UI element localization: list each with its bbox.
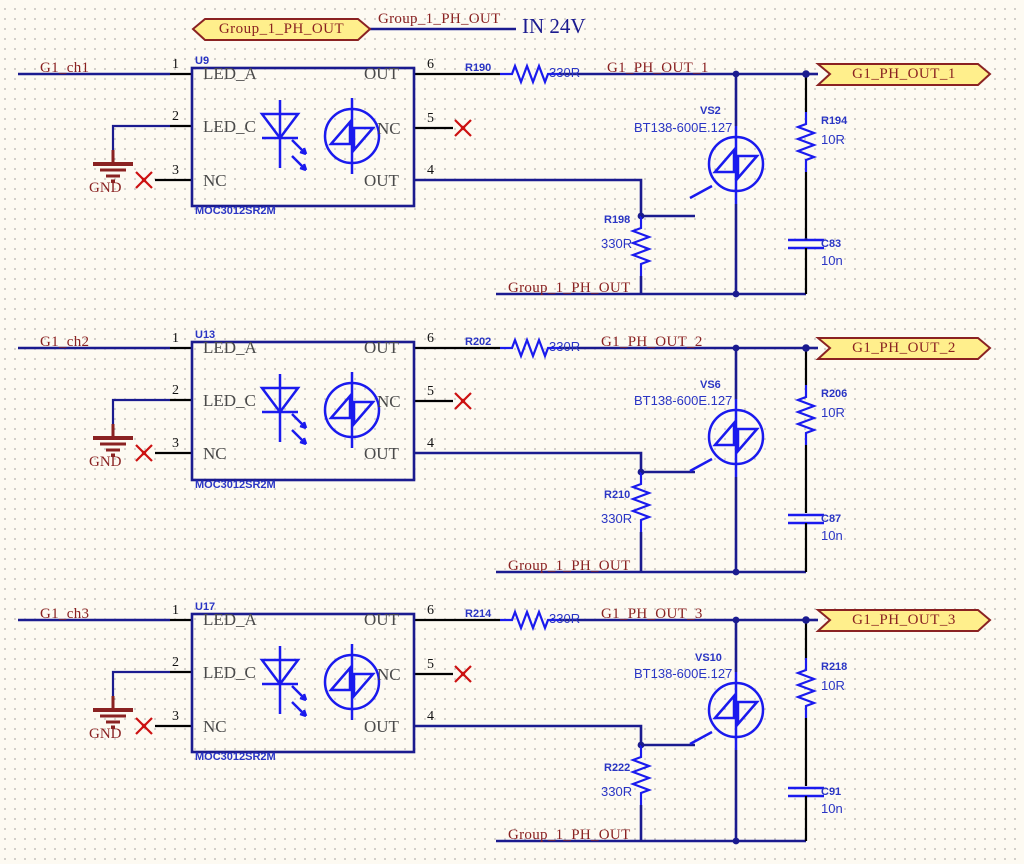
block2-triac-part: BT138-600E.127 — [634, 393, 733, 408]
block3-gate-resistor-value: 330R — [601, 784, 633, 799]
block2-gate-resistor-refdes: R210 — [604, 489, 631, 501]
block3-pin-6-name: OUT — [364, 610, 399, 629]
block2-bottom-net-label: Group_1_PH_OUT — [508, 558, 631, 574]
block2-pin-3-name: NC — [203, 444, 227, 463]
block1-input-net-label: G1_ch1 — [40, 60, 90, 76]
block1-pin-2-name: LED_C — [203, 117, 256, 136]
opto-symbol-u9 — [260, 96, 381, 176]
block3-out-net-label: G1_PH_OUT_3 — [601, 606, 703, 622]
block2-snubber-resistor-value: 10R — [821, 405, 845, 420]
block3-bottom-net-label: Group_1_PH_OUT — [508, 827, 631, 843]
block1-port-label[interactable]: G1_PH_OUT_1 — [818, 64, 990, 85]
wire-layer — [18, 18, 992, 845]
block2-wires — [18, 338, 826, 576]
block2-gate-resistor-value: 330R — [601, 511, 633, 526]
block1-series-resistor-value: 330R — [549, 65, 581, 80]
schematic-sheet: Group_1_PH_OUT Group_1_PH_OUT IN 24V G1_… — [0, 0, 1024, 864]
block1-pin-4-name: OUT — [364, 171, 399, 190]
block3-snubber-cap-value: 10n — [821, 801, 843, 816]
block3-wires — [18, 610, 826, 845]
block2-series-resistor-refdes: R202 — [465, 336, 492, 348]
block3-pin-5-num: 5 — [427, 657, 434, 672]
block1-triac-refdes: VS2 — [700, 105, 721, 117]
block1-pin-2-num: 2 — [172, 109, 179, 124]
block1-pin-6-num: 6 — [427, 57, 434, 72]
in-24v-label: IN 24V — [522, 14, 586, 38]
block1-pin-5-name: NC — [377, 119, 401, 138]
block1-pin-5-num: 5 — [427, 111, 434, 126]
block2-out-net-label: G1_PH_OUT_2 — [601, 334, 703, 350]
block2-snubber-cap-value: 10n — [821, 528, 843, 543]
block3-pin-4-num: 4 — [427, 709, 434, 724]
opto-symbol-u17 — [260, 642, 381, 722]
block2-pin-5-num: 5 — [427, 384, 434, 399]
block1-snubber-resistor-value: 10R — [821, 132, 845, 147]
top-net-label: Group_1_PH_OUT — [378, 11, 501, 27]
block1-out-net-label: G1_PH_OUT_1 — [607, 60, 709, 76]
block2-pin-2-name: LED_C — [203, 391, 256, 410]
block3-pin-5-name: NC — [377, 665, 401, 684]
block2-pin-4-num: 4 — [427, 436, 434, 451]
block2-pin-2-num: 2 — [172, 383, 179, 398]
block3-pin-4-name: OUT — [364, 717, 399, 736]
block3-triac-part: BT138-600E.127 — [634, 666, 733, 681]
block3-pin-3-num: 3 — [172, 709, 179, 724]
block3-triac-refdes: VS10 — [695, 652, 722, 664]
block3-port-label[interactable]: G1_PH_OUT_3 — [818, 610, 990, 631]
block2-pin-1-name: LED_A — [203, 338, 257, 357]
block1-gate-resistor-refdes: R198 — [604, 214, 631, 226]
block2-port-label[interactable]: G1_PH_OUT_2 — [818, 338, 990, 359]
block3-pin-1-name: LED_A — [203, 610, 257, 629]
block1-snubber-cap-value: 10n — [821, 253, 843, 268]
block1-pin-4-num: 4 — [427, 163, 434, 178]
block3-snubber-cap-refdes: C91 — [821, 786, 842, 798]
block2-snubber-cap-refdes: C87 — [821, 513, 842, 525]
block1-ic-part: MOC3012SR2M — [195, 205, 276, 217]
block2-pin-6-name: OUT — [364, 338, 399, 357]
block3-ic-part: MOC3012SR2M — [195, 751, 276, 763]
block1-pin-3-name: NC — [203, 171, 227, 190]
block3-snubber-resistor-refdes: R218 — [821, 661, 848, 673]
block1-triac-part: BT138-600E.127 — [634, 120, 733, 135]
opto-symbol-u13 — [260, 370, 381, 450]
block1-gnd-label: GND — [89, 180, 122, 196]
block3-series-resistor-refdes: R214 — [465, 608, 492, 620]
block2-pin-5-name: NC — [377, 392, 401, 411]
block1-wires — [18, 64, 826, 298]
block3-gnd-label: GND — [89, 726, 122, 742]
block1-pin-6-name: OUT — [364, 64, 399, 83]
block3-input-net-label: G1_ch3 — [40, 606, 90, 622]
block1-pin-3-num: 3 — [172, 163, 179, 178]
block2-pin-6-num: 6 — [427, 331, 434, 346]
block3-pin-2-num: 2 — [172, 655, 179, 670]
block3-series-resistor-value: 330R — [549, 611, 581, 626]
block1-series-resistor-refdes: R190 — [465, 62, 492, 74]
block1-snubber-cap-refdes: C83 — [821, 238, 842, 250]
block3-pin-2-name: LED_C — [203, 663, 256, 682]
block1-pin-1-name: LED_A — [203, 64, 257, 83]
block2-pin-4-name: OUT — [364, 444, 399, 463]
block2-gnd-label: GND — [89, 454, 122, 470]
block3-pin-6-num: 6 — [427, 603, 434, 618]
block2-series-resistor-value: 330R — [549, 339, 581, 354]
block1-snubber-resistor-refdes: R194 — [821, 115, 848, 127]
block3-pin-3-name: NC — [203, 717, 227, 736]
block2-input-net-label: G1_ch2 — [40, 334, 90, 350]
block2-snubber-resistor-refdes: R206 — [821, 388, 848, 400]
block2-ic-part: MOC3012SR2M — [195, 479, 276, 491]
block2-pin-3-num: 3 — [172, 436, 179, 451]
block1-pin-1-num: 1 — [172, 57, 179, 72]
block2-triac-refdes: VS6 — [700, 379, 721, 391]
block3-snubber-resistor-value: 10R — [821, 678, 845, 693]
block3-pin-1-num: 1 — [172, 603, 179, 618]
block3-gate-resistor-refdes: R222 — [604, 762, 631, 774]
top-port-label[interactable]: Group_1_PH_OUT — [193, 19, 370, 40]
block1-gate-resistor-value: 330R — [601, 236, 633, 251]
block2-pin-1-num: 1 — [172, 331, 179, 346]
block1-bottom-net-label: Group_1_PH_OUT — [508, 280, 631, 296]
